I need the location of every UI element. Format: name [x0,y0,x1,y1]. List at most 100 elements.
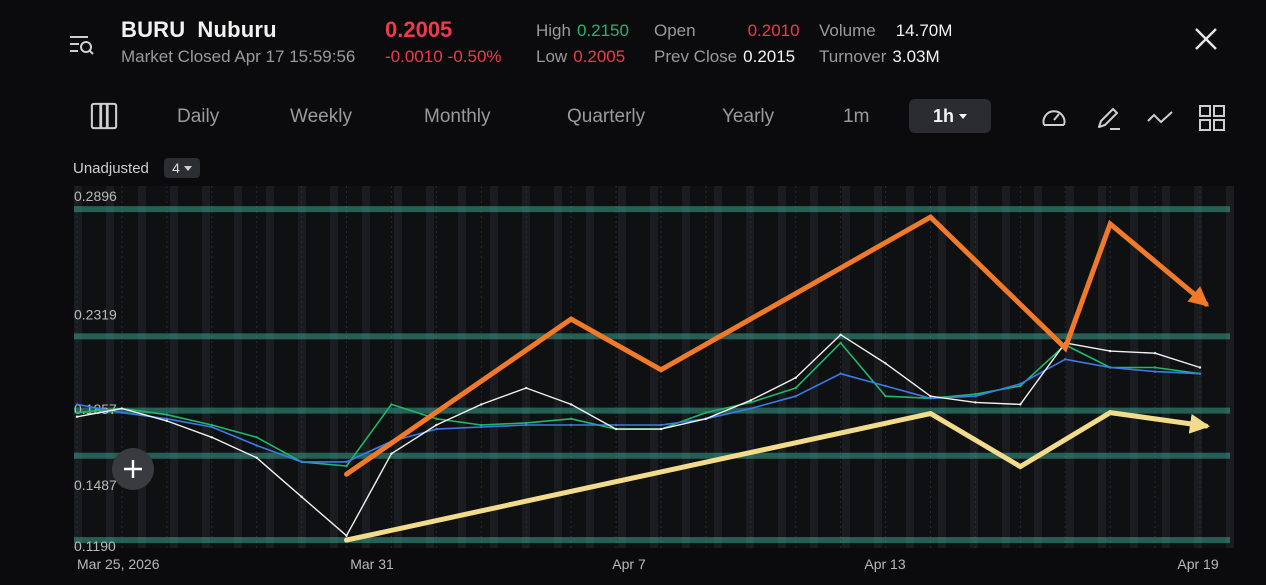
y-tick-label: 0.2319 [74,306,117,322]
session-stripe [586,186,594,548]
stat-label: Turnover [819,47,887,66]
moving-average-slow-line-point [659,427,663,431]
session-stripe [458,186,466,548]
session-stripe [906,186,914,548]
x-tick-label: Apr 19 [1177,556,1218,572]
tab-1h-selected[interactable]: 1h [909,99,991,133]
price-line-point [704,411,708,414]
moving-average-fast-line-point [1019,382,1022,386]
close-icon[interactable] [1193,26,1219,52]
moving-average-slow-line-point [300,495,303,498]
moving-average-slow-line-point [884,362,887,365]
speedometer-icon[interactable] [1040,104,1068,132]
moving-average-fast-line-point [1198,372,1202,375]
adjust-mode-dropdown[interactable]: 4 [164,158,200,178]
pen-icon[interactable] [1094,104,1122,132]
panel-layout-icon[interactable] [90,102,118,130]
moving-average-slow-line-point [480,403,483,406]
price-line-point [884,395,887,398]
market-status: Market Closed Apr 17 15:59:56 [121,47,356,66]
session-stripe [74,186,82,548]
price-line-point [390,403,393,406]
stat-high: High 0.2150 [536,21,629,41]
y-tick-label: 0.1190 [74,538,116,554]
session-stripe [202,186,210,548]
stock-symbol: BURU Nuburu [121,17,277,43]
moving-average-slow-line-point [435,423,438,427]
moving-average-fast-line-point [300,460,303,464]
price-line-point [165,413,169,416]
price-line-point [525,421,528,425]
moving-average-slow-line-point [569,403,573,406]
tab-daily[interactable]: Daily [177,106,219,128]
grid-icon[interactable] [1198,104,1226,132]
moving-average-fast-line-point [480,425,483,429]
ticker: BURU [121,17,186,42]
tab-1m[interactable]: 1m [843,106,869,128]
y-tick-label: 0.2896 [74,188,117,204]
x-tick-label: Mar 25, 2026 [77,556,160,572]
moving-average-fast-line-point [165,417,169,421]
price-line-point [839,341,842,345]
tab-1h-label: 1h [932,105,954,126]
moving-average-fast-line-point [1108,366,1112,369]
price-line-point [210,423,213,427]
stat-value: 14.70M [895,21,953,40]
stat-value: 0.2010 [747,21,800,40]
stat-value: 0.2150 [576,21,629,40]
moving-average-fast-line-point [929,397,932,400]
session-stripe [106,186,114,548]
stat-prev-close: Prev Close 0.2015 [654,47,795,67]
moving-average-fast-line-point [884,384,887,388]
change-percent: -0.50% [447,47,502,66]
moving-average-slow-line-point [794,376,797,379]
adjust-mode-label: Unadjusted [73,160,149,177]
moving-average-fast-line-point [749,407,752,410]
session-stripe [266,186,274,548]
moving-average-slow-line-point [614,427,618,431]
moving-average-slow-line-point [974,401,977,404]
tab-monthly[interactable]: Monthly [424,106,491,128]
list-search-icon[interactable] [68,32,96,58]
add-button[interactable] [112,448,154,490]
session-stripe [138,186,146,548]
session-stripe [1066,186,1074,548]
moving-average-slow-line-point [525,386,528,390]
session-stripe [874,186,882,548]
stat-label: High [536,21,571,40]
moving-average-slow-line-point [120,407,124,410]
moving-average-slow-line-point [704,417,708,421]
moving-average-slow-line-point [1153,351,1157,355]
tab-quarterly[interactable]: Quarterly [567,106,645,128]
moving-average-fast-line-point [1064,358,1067,361]
moving-average-slow-line-point [255,456,258,459]
moving-average-slow-line-point [210,436,213,439]
session-stripe [170,186,178,548]
header: BURU Nuburu Market Closed Apr 17 15:59:56… [0,0,1266,90]
moving-average-fast-line-point [1153,370,1157,373]
timeframe-toolbar: Daily Weekly Monthly Quarterly Yearly 1m… [0,96,1266,140]
x-tick-label: Apr 13 [864,556,905,572]
moving-average-fast-line-point [435,427,438,431]
session-stripe [1162,186,1170,548]
stat-volume: Volume 14.70M [819,21,952,41]
chevron-down-icon [959,113,967,119]
stat-value: 3.03M [892,47,940,66]
stat-label: Volume [819,21,876,40]
moving-average-slow-line-point [390,452,393,455]
session-stripe [1002,186,1010,548]
moving-average-slow-line-point [839,333,842,336]
tab-weekly[interactable]: Weekly [290,106,352,128]
session-stripe [234,186,242,548]
moving-average-fast-line-point [569,423,573,427]
wave-line-icon[interactable] [1146,104,1174,132]
session-stripe [970,186,978,548]
session-stripe [842,186,850,548]
tab-yearly[interactable]: Yearly [722,106,774,128]
moving-average-fast-line-point [75,403,79,406]
moving-average-fast-line-point [659,423,663,427]
session-stripe [682,186,690,548]
session-stripe [714,186,722,548]
price-line-point [75,411,79,414]
price-line-point [974,392,977,396]
